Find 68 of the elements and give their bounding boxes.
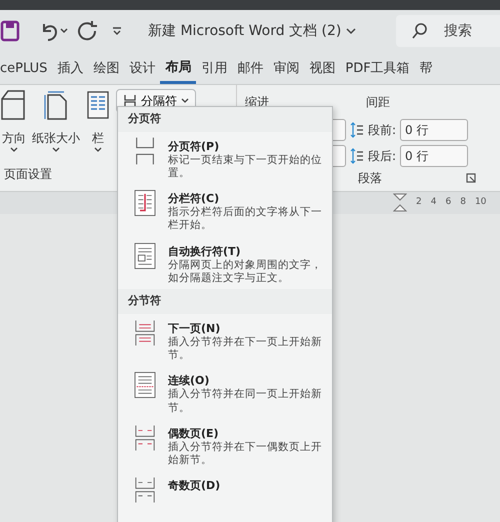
spacing-before-field[interactable]: 0 行 bbox=[400, 119, 468, 141]
ribbon-tab[interactable]: 审阅 bbox=[268, 54, 304, 84]
customize-caret-icon[interactable] bbox=[112, 27, 122, 35]
save-icon[interactable] bbox=[0, 20, 20, 42]
ruler-number: 8 bbox=[460, 196, 466, 210]
group-label: 页面设置 bbox=[3, 166, 53, 183]
item-title: 奇数页(D) bbox=[168, 479, 220, 494]
orientation-icon bbox=[0, 89, 28, 121]
ruler-number: 10 bbox=[474, 196, 486, 210]
ruler-number: 6 bbox=[445, 196, 452, 210]
ribbon-button[interactable]: 纸张大小 bbox=[32, 89, 80, 153]
item-description: 插入分节符并在同一页上开始新节。 bbox=[168, 388, 323, 415]
size-icon bbox=[42, 89, 70, 121]
menu-item[interactable]: 奇数页(D) bbox=[118, 471, 332, 510]
menu-item[interactable]: 下一页(N) 插入分节符并在下一页上开始新节。 bbox=[118, 314, 332, 366]
item-title: 自动换行符(T) bbox=[168, 244, 242, 259]
ribbon-tab[interactable]: 绘图 bbox=[88, 54, 124, 84]
spacing-label: 间距 bbox=[365, 94, 391, 111]
ruler-number: 2 bbox=[416, 196, 422, 210]
search-placeholder: 搜索 bbox=[444, 22, 472, 40]
ribbon-tab[interactable]: 插入 bbox=[52, 54, 88, 84]
caret-icon bbox=[10, 147, 18, 153]
document-title[interactable]: 新建 Microsoft Word 文档 (2) bbox=[148, 20, 356, 42]
item-description: 标记一页结束与下一页开始的位置。 bbox=[168, 154, 323, 180]
search-field[interactable]: 搜索 bbox=[396, 15, 500, 47]
menu-section-heading: 分节符 bbox=[118, 289, 332, 314]
ribbon-tab[interactable]: 邮件 bbox=[232, 54, 268, 84]
menu-item[interactable]: 分页符(P) 标记一页结束与下一页开始的位置。 bbox=[118, 132, 332, 184]
menu-item[interactable]: 偶数页(E) 插入分节符并在下一偶数页上开始新节。 bbox=[118, 418, 332, 472]
indent-marker-icon[interactable] bbox=[393, 193, 407, 213]
menu-item[interactable]: 分栏符(C) 指示分栏符后面的文字将从下一栏开始。 bbox=[118, 184, 332, 237]
menu-section-heading: 分页符 bbox=[118, 107, 332, 132]
item-title: 连续(O) bbox=[168, 374, 210, 388]
spacing-after-field[interactable]: 0 行 bbox=[400, 145, 468, 167]
group-label: 段落 bbox=[358, 170, 382, 187]
ribbon-tab[interactable]: PDF工具箱 bbox=[340, 54, 415, 84]
dropdown-caret-icon[interactable] bbox=[60, 28, 68, 34]
spacing-before-label: 段前: bbox=[368, 122, 396, 139]
ribbon-tab[interactable]: cePLUS bbox=[0, 54, 52, 84]
spacing-after-label: 段后: bbox=[368, 148, 396, 165]
ribbon-tab[interactable]: 帮 bbox=[414, 54, 438, 84]
menu-item[interactable]: 连续(O) 插入分节符并在同一页上开始新节。 bbox=[118, 366, 332, 419]
ruler-number: 4 bbox=[430, 196, 436, 210]
menu-item[interactable]: 自动换行符(T) 分隔网页上的对象周围的文字，如分隔题注文字与正文。 bbox=[118, 236, 332, 290]
caret-icon bbox=[181, 98, 189, 104]
search-icon bbox=[412, 23, 428, 39]
item-title: 分页符(P) bbox=[168, 140, 220, 154]
spacing-icon bbox=[350, 122, 364, 138]
dropdown-caret-icon bbox=[346, 27, 356, 35]
ribbon-tab[interactable]: 引用 bbox=[196, 54, 232, 84]
ribbon-tab[interactable]: 设计 bbox=[124, 54, 160, 84]
item-description: 分隔网页上的对象周围的文字，如分隔题注文字与正文。 bbox=[168, 258, 323, 286]
breaks-icon bbox=[123, 94, 137, 108]
item-title: 分栏符(C) bbox=[168, 192, 220, 206]
title-text: 新建 Microsoft Word 文档 (2) bbox=[148, 22, 342, 40]
redo-icon[interactable] bbox=[76, 20, 98, 42]
caret-icon bbox=[94, 147, 102, 153]
ribbon-button[interactable]: 方向 bbox=[0, 89, 28, 153]
item-description: 插入分节符并在下一页上开始新节。 bbox=[168, 336, 323, 362]
caret-icon bbox=[52, 147, 60, 153]
item-title: 下一页(N) bbox=[168, 322, 222, 336]
ribbon-tab[interactable]: 视图 bbox=[304, 54, 340, 84]
item-description: 插入分节符并在下一偶数页上开始新节。 bbox=[168, 441, 323, 468]
item-title: 偶数页(E) bbox=[168, 426, 220, 441]
spacing-icon bbox=[350, 148, 364, 164]
dialog-launcher-icon[interactable] bbox=[466, 173, 476, 183]
item-description: 指示分栏符后面的文字将从下一栏开始。 bbox=[168, 206, 323, 233]
ribbon-button[interactable]: 栏 bbox=[84, 89, 112, 153]
